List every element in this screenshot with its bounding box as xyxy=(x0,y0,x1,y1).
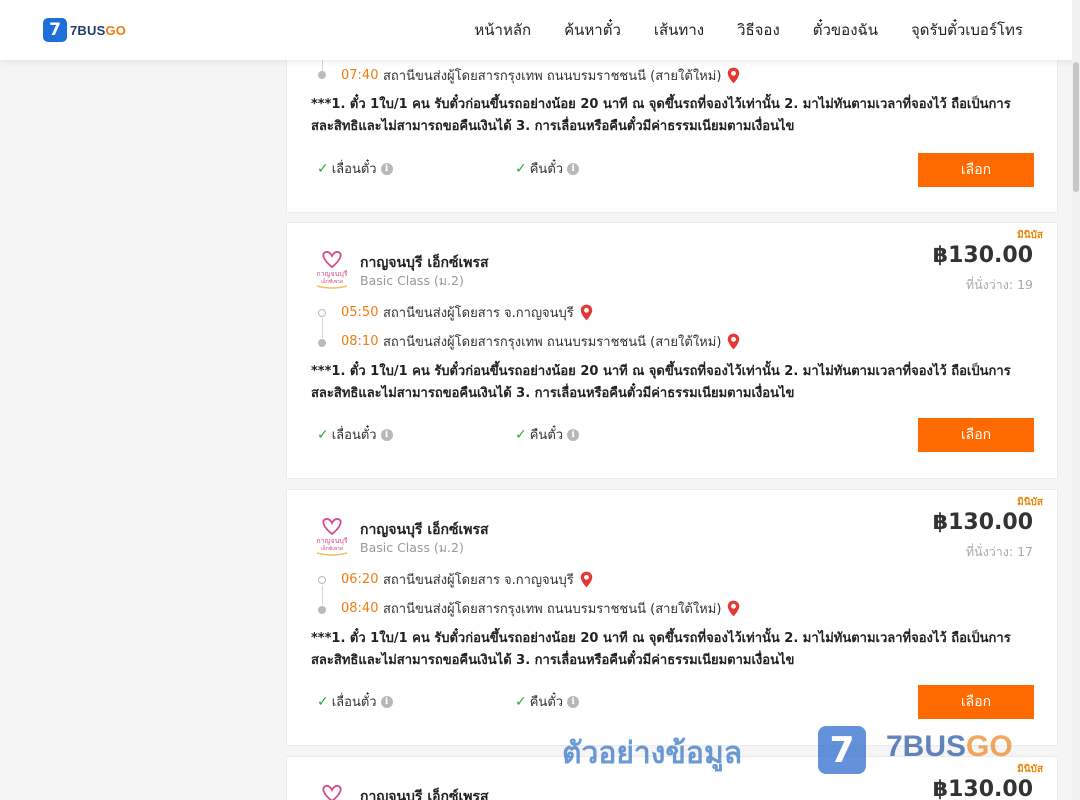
check-icon: ✓ xyxy=(317,693,329,710)
select-button[interactable]: เลือก xyxy=(918,153,1034,187)
check-icon: ✓ xyxy=(317,160,329,177)
top-header: 7 7BUSGO หน้าหลัก ค้นหาตั๋ว เส้นทาง วิธี… xyxy=(0,0,1080,60)
logo-badge-icon: 7 xyxy=(43,18,67,42)
select-button[interactable]: เลือก xyxy=(918,685,1034,719)
operator-logo: กาญจนบุรี เอ็กซ์เพรส xyxy=(316,251,348,289)
ticket-price: ฿130.00 xyxy=(932,777,1033,800)
departure-stop: 05:50 สถานีขนส่งผู้โดยสาร จ.กาญจนบุรี xyxy=(341,301,593,323)
departure-time: 05:50 xyxy=(341,304,379,320)
operator-logo: กาญจนบุรี เอ็กซ์เพรส xyxy=(316,518,348,556)
ticket-price: ฿130.00 xyxy=(932,510,1033,535)
location-pin-icon[interactable] xyxy=(580,304,593,321)
svg-text:กาญจนบุรี: กาญจนบุรี xyxy=(316,270,347,278)
bus-type-badge: มินิบัส xyxy=(1017,764,1043,775)
operator-logo: กาญจนบุรี เอ็กซ์เพรส xyxy=(322,785,342,800)
site-logo[interactable]: 7 7BUSGO xyxy=(43,18,126,42)
seats-available: ที่นั่งว่าง: 19 xyxy=(965,277,1033,292)
location-pin-icon[interactable] xyxy=(727,67,740,84)
main-nav: หน้าหลัก ค้นหาตั๋ว เส้นทาง วิธีจอง ตั๋วข… xyxy=(441,18,1023,42)
check-icon: ✓ xyxy=(515,693,527,710)
refund-policy: ✓ คืนตั๋ว i xyxy=(515,691,580,712)
arrival-time: 08:10 xyxy=(341,333,379,349)
scrollbar-thumb[interactable] xyxy=(1073,62,1079,192)
trip-note: ***1. ตั๋ว 1ใบ/1 คน รับตั๋วก่อนขึ้นรถอย่… xyxy=(311,364,1011,401)
nav-search-ticket[interactable]: ค้นหาตั๋ว xyxy=(564,18,621,42)
nav-home[interactable]: หน้าหลัก xyxy=(474,18,531,42)
info-icon[interactable]: i xyxy=(380,695,393,708)
svg-text:กาญจนบุรี: กาญจนบุรี xyxy=(316,537,347,545)
bus-type-badge: มินิบัส xyxy=(1017,230,1043,241)
departure-time: 06:20 xyxy=(341,571,379,587)
svg-text:เอ็กซ์เพรส: เอ็กซ์เพรส xyxy=(321,277,343,285)
trip-note: ***1. ตั๋ว 1ใบ/1 คน รับตั๋วก่อนขึ้นรถอย่… xyxy=(311,97,1011,134)
bus-class: Basic Class (ม.2) xyxy=(360,273,464,288)
location-pin-icon[interactable] xyxy=(580,571,593,588)
location-pin-icon[interactable] xyxy=(727,600,740,617)
svg-text:เอ็กซ์เพรส: เอ็กซ์เพรส xyxy=(321,544,343,552)
arrival-time: 08:40 xyxy=(341,600,379,616)
bus-type-badge: มินิบัส xyxy=(1017,497,1043,508)
check-icon: ✓ xyxy=(317,426,329,443)
ticket-price: ฿130.00 xyxy=(932,243,1033,268)
select-button[interactable]: เลือก xyxy=(918,418,1034,452)
info-icon[interactable]: i xyxy=(567,695,580,708)
location-pin-icon[interactable] xyxy=(727,333,740,350)
nav-pickup-points[interactable]: จุดรับตั๋วเบอร์โทร xyxy=(911,18,1023,42)
trip-card: มินิบัส กาญจนบุรี เอ็กซ์เพรส กาญจนบุรี เ… xyxy=(286,222,1058,479)
nav-my-tickets[interactable]: ตั๋วของฉัน xyxy=(813,18,878,42)
arrival-time: 07:40 xyxy=(341,67,379,83)
arrival-stop: 08:40 สถานีขนส่งผู้โดยสารกรุงเทพ ถนนบรมร… xyxy=(341,597,740,619)
reschedule-policy: ✓ เลื่อนตั๋ว i xyxy=(317,158,393,179)
refund-policy: ✓ คืนตั๋ว i xyxy=(515,158,580,179)
info-icon[interactable]: i xyxy=(380,162,393,175)
check-icon: ✓ xyxy=(515,160,527,177)
refund-policy: ✓ คืนตั๋ว i xyxy=(515,424,580,445)
check-icon: ✓ xyxy=(515,426,527,443)
info-icon[interactable]: i xyxy=(567,428,580,441)
info-icon[interactable]: i xyxy=(567,162,580,175)
trip-card: มินิบัส กาญจนบุรี เอ็กซ์เพรส กาญจนบุรี เ… xyxy=(286,756,1058,800)
departure-station: สถานีขนส่งผู้โดยสาร จ.กาญจนบุรี xyxy=(383,572,574,588)
bus-class: Basic Class (ม.2) xyxy=(360,540,464,555)
seats-available: ที่นั่งว่าง: 17 xyxy=(965,544,1033,559)
departure-stop: 06:20 สถานีขนส่งผู้โดยสาร จ.กาญจนบุรี xyxy=(341,568,593,590)
trip-note: ***1. ตั๋ว 1ใบ/1 คน รับตั๋วก่อนขึ้นรถอย่… xyxy=(311,631,1011,668)
nav-routes[interactable]: เส้นทาง xyxy=(654,18,704,42)
departure-station: สถานีขนส่งผู้โดยสาร จ.กาญจนบุรี xyxy=(383,305,574,321)
page-scrollbar[interactable] xyxy=(1072,0,1080,800)
trip-card: มินิบัส กาญจนบุรี เอ็กซ์เพรส กาญจนบุรี เ… xyxy=(286,489,1058,746)
operator-name: กาญจนบุรี เอ็กซ์เพรส xyxy=(360,789,489,800)
logo-text: 7BUSGO xyxy=(70,22,127,38)
nav-how-to-book[interactable]: วิธีจอง xyxy=(737,18,780,42)
arrival-station: สถานีขนส่งผู้โดยสารกรุงเทพ ถนนบรมราชชนนี… xyxy=(383,68,722,84)
arrival-station: สถานีขนส่งผู้โดยสารกรุงเทพ ถนนบรมราชชนนี… xyxy=(383,334,722,350)
info-icon[interactable]: i xyxy=(380,428,393,441)
reschedule-policy: ✓ เลื่อนตั๋ว i xyxy=(317,691,393,712)
arrival-stop: 07:40 สถานีขนส่งผู้โดยสารกรุงเทพ ถนนบรมร… xyxy=(341,64,740,86)
reschedule-policy: ✓ เลื่อนตั๋ว i xyxy=(317,424,393,445)
arrival-station: สถานีขนส่งผู้โดยสารกรุงเทพ ถนนบรมราชชนนี… xyxy=(383,601,722,617)
arrival-stop: 08:10 สถานีขนส่งผู้โดยสารกรุงเทพ ถนนบรมร… xyxy=(341,330,740,352)
